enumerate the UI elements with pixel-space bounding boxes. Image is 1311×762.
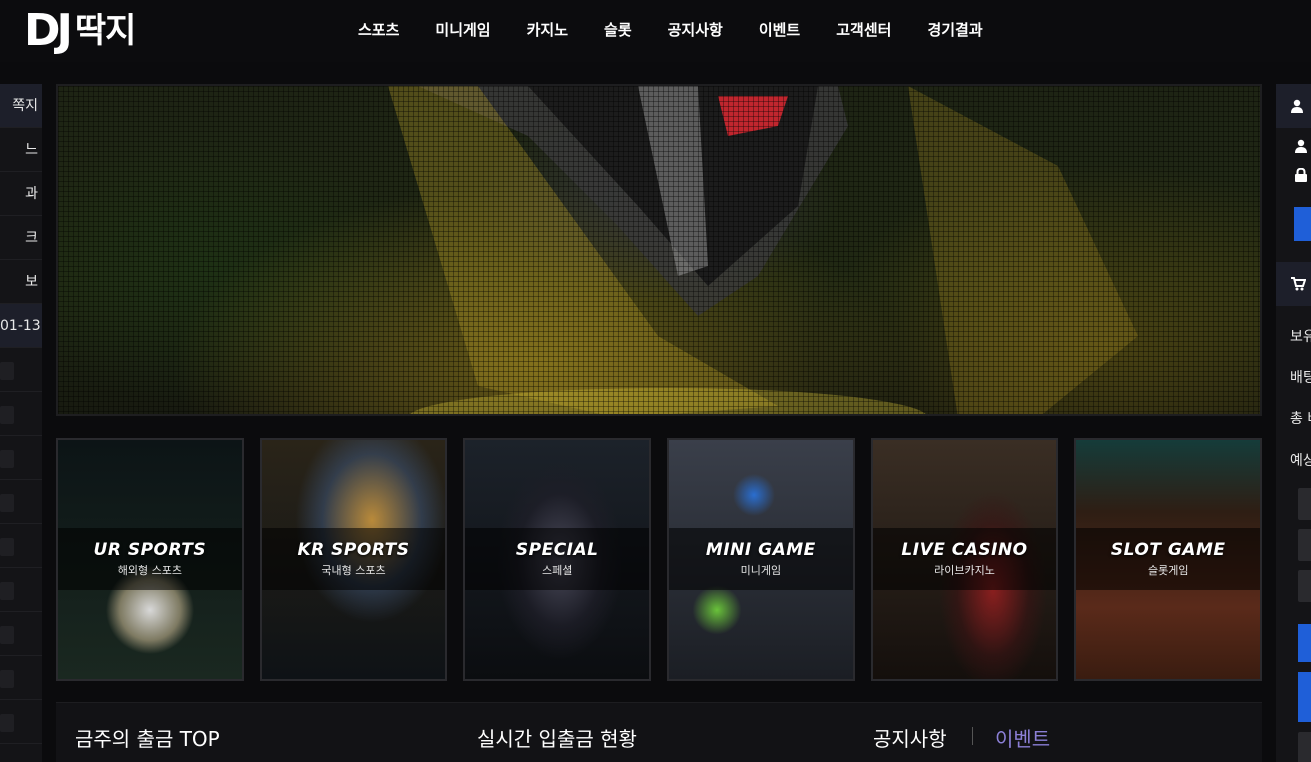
card-kr-sports[interactable]: KR SPORTS 국내형 스포츠 [259, 438, 448, 681]
card-subtitle: 미니게임 [740, 564, 782, 577]
cart-icon [1291, 277, 1306, 291]
nav-match-results[interactable]: 경기결과 [909, 18, 1000, 42]
nav-slot[interactable]: 슬롯 [586, 18, 650, 42]
card-special[interactable]: SPECIAL 스페셜 [463, 438, 652, 681]
left-list-row[interactable] [0, 568, 42, 612]
card-title: SPECIAL [515, 540, 599, 560]
left-menu-item-message[interactable]: 쪽지 [0, 84, 42, 128]
left-menu-item[interactable]: 크 [0, 216, 42, 260]
betslip-label-total: 총 바 [1290, 411, 1311, 427]
main-banner[interactable] [56, 84, 1262, 416]
right-sidebar: 보유 배팅 총 바 예상 [1276, 84, 1311, 762]
realtime-transactions-title: 실시간 입출금 현황 [477, 727, 637, 751]
left-list-row[interactable] [0, 348, 42, 392]
user-icon [1295, 139, 1307, 153]
nav-customer-center[interactable]: 고객센터 [818, 18, 909, 42]
login-button[interactable] [1294, 207, 1311, 241]
bet-action-button[interactable] [1298, 624, 1311, 662]
nav-event[interactable]: 이벤트 [741, 18, 818, 42]
card-title: SLOT GAME [1110, 540, 1226, 560]
banner-artwork [388, 86, 1138, 414]
main-nav: 스포츠 미니게임 카지노 슬롯 공지사항 이벤트 고객센터 경기결과 [340, 18, 1001, 42]
left-menu-label: 느 [25, 142, 38, 158]
bet-quick-button[interactable] [1298, 529, 1311, 561]
left-menu-label: 쪽지 [12, 98, 38, 114]
logo-korean-text: 딱지 [74, 11, 137, 51]
left-list-row[interactable] [0, 436, 42, 480]
left-menu-label: 보 [25, 274, 38, 290]
tab-event[interactable]: 이벤트 [995, 723, 1050, 752]
card-subtitle: 국내형 스포츠 [321, 564, 386, 577]
card-ur-sports[interactable]: UR SPORTS 해외형 스포츠 [56, 438, 244, 681]
logo-dj-text: DJ [24, 5, 73, 56]
left-menu-item[interactable]: 느 [0, 128, 42, 172]
bet-slip-header [1276, 262, 1311, 306]
date-label: 01-13 [0, 318, 41, 334]
nav-notice[interactable]: 공지사항 [650, 18, 741, 42]
card-title: MINI GAME [705, 540, 816, 560]
betslip-label-expected: 예상 [1290, 453, 1311, 469]
left-list-row[interactable] [0, 480, 42, 524]
left-list-row[interactable] [0, 656, 42, 700]
left-sidebar: 쪽지 느 과 크 보 01-13 [0, 84, 42, 762]
card-mini-game[interactable]: MINI GAME 미니게임 [667, 438, 855, 681]
place-bet-button[interactable] [1298, 672, 1311, 722]
username-field[interactable] [1276, 128, 1311, 162]
tab-divider [972, 727, 973, 745]
nav-casino[interactable]: 카지노 [509, 18, 586, 42]
card-subtitle: 라이브카지노 [934, 564, 995, 577]
tab-notice[interactable]: 공지사항 [873, 723, 947, 752]
left-list-row[interactable] [0, 612, 42, 656]
password-field[interactable] [1276, 162, 1311, 192]
nav-sports[interactable]: 스포츠 [340, 18, 417, 42]
left-menu-item[interactable]: 보 [0, 260, 42, 304]
left-list-row[interactable] [0, 392, 42, 436]
login-panel-header [1276, 84, 1311, 128]
header: DJ 딱지 스포츠 미니게임 카지노 슬롯 공지사항 이벤트 고객센터 경기결과 [0, 0, 1311, 62]
left-date-header: 01-13 [0, 304, 42, 348]
card-slot-game[interactable]: SLOT GAME 슬롯게임 [1074, 438, 1263, 681]
user-icon [1291, 99, 1303, 113]
withdraw-top-title: 금주의 출금 TOP [75, 727, 220, 751]
bottom-panels: 금주의 출금 TOP 실시간 입출금 현황 공지사항 이벤트 [56, 702, 1262, 762]
game-category-cards: UR SPORTS 해외형 스포츠 KR SPORTS 국내형 스포츠 SPEC… [56, 438, 1263, 681]
card-title: UR SPORTS [93, 540, 207, 560]
left-list-row[interactable] [0, 700, 42, 744]
betslip-label-bet: 배팅 [1290, 370, 1311, 386]
card-subtitle: 해외형 스포츠 [117, 564, 182, 577]
bet-amount-input[interactable] [1298, 488, 1311, 520]
site-logo[interactable]: DJ 딱지 [24, 5, 137, 56]
lock-icon [1295, 168, 1307, 182]
betslip-label-balance: 보유 [1290, 329, 1311, 345]
left-menu-item[interactable]: 과 [0, 172, 42, 216]
card-title: KR SPORTS [297, 540, 410, 560]
left-menu-label: 크 [25, 230, 38, 246]
left-list-row[interactable] [0, 524, 42, 568]
betslip-row[interactable] [1298, 732, 1311, 762]
nav-minigame[interactable]: 미니게임 [417, 18, 508, 42]
card-title: LIVE CASINO [901, 540, 1028, 560]
card-subtitle: 스페셜 [541, 564, 573, 577]
bet-quick-button[interactable] [1298, 570, 1311, 602]
left-menu-label: 과 [25, 186, 38, 202]
card-live-casino[interactable]: LIVE CASINO 라이브카지노 [870, 438, 1059, 681]
card-subtitle: 슬롯게임 [1147, 564, 1189, 577]
